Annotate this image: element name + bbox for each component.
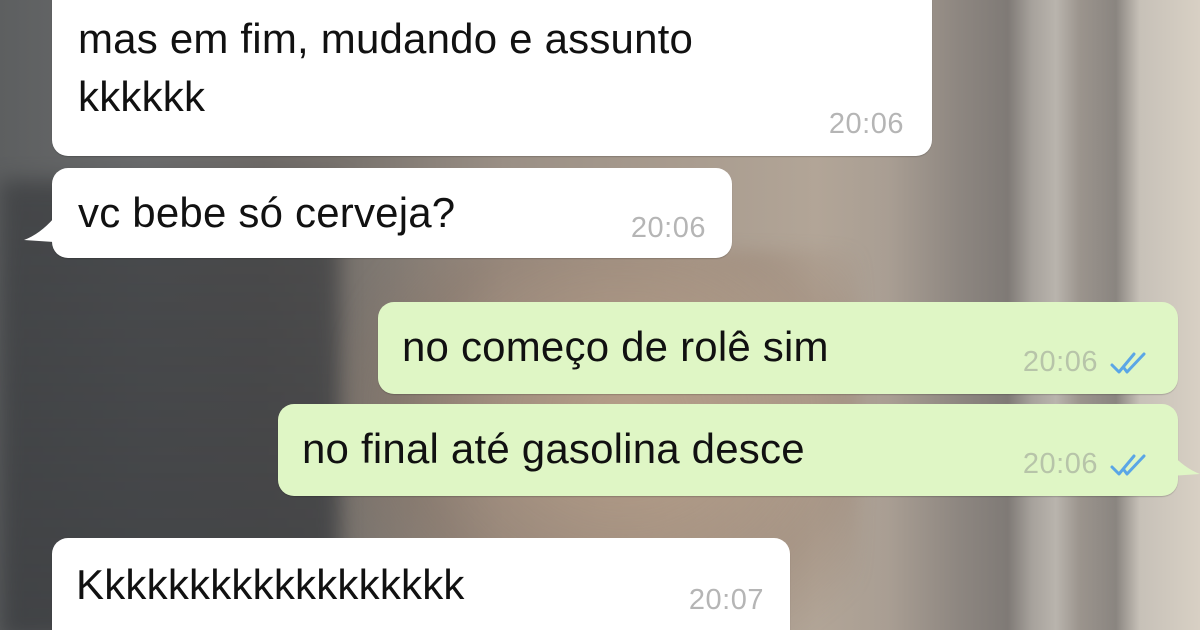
- read-double-check-icon: [1110, 454, 1146, 476]
- message-timestamp: 20:06: [828, 108, 904, 140]
- outgoing-message-bubble[interactable]: no começo de rolê sim 20:06: [378, 302, 1178, 394]
- bubble-tail-icon: [1170, 452, 1200, 476]
- incoming-message-bubble[interactable]: mas em fim, mudando e assunto kkkkkk 20:…: [52, 0, 932, 156]
- outgoing-message-bubble[interactable]: no final até gasolina desce 20:06: [278, 404, 1178, 496]
- message-timestamp: 20:07: [688, 584, 764, 616]
- message-text: vc bebe só cerveja?: [78, 189, 456, 236]
- message-timestamp: 20:06: [630, 212, 706, 244]
- message-timestamp: 20:06: [1022, 448, 1098, 480]
- read-double-check-icon: [1110, 352, 1146, 374]
- incoming-message-bubble[interactable]: vc bebe só cerveja? 20:06: [52, 168, 732, 258]
- message-text: no começo de rolê sim: [402, 323, 829, 370]
- message-text: Kkkkkkkkkkkkkkkkkk: [76, 561, 465, 608]
- message-text: mas em fim, mudando e assunto kkkkkk: [78, 15, 694, 120]
- message-text: no final até gasolina desce: [302, 425, 805, 472]
- bubble-tail-icon: [24, 218, 54, 242]
- message-timestamp: 20:06: [1022, 346, 1098, 378]
- incoming-message-bubble[interactable]: Kkkkkkkkkkkkkkkkkk 20:07: [52, 538, 790, 630]
